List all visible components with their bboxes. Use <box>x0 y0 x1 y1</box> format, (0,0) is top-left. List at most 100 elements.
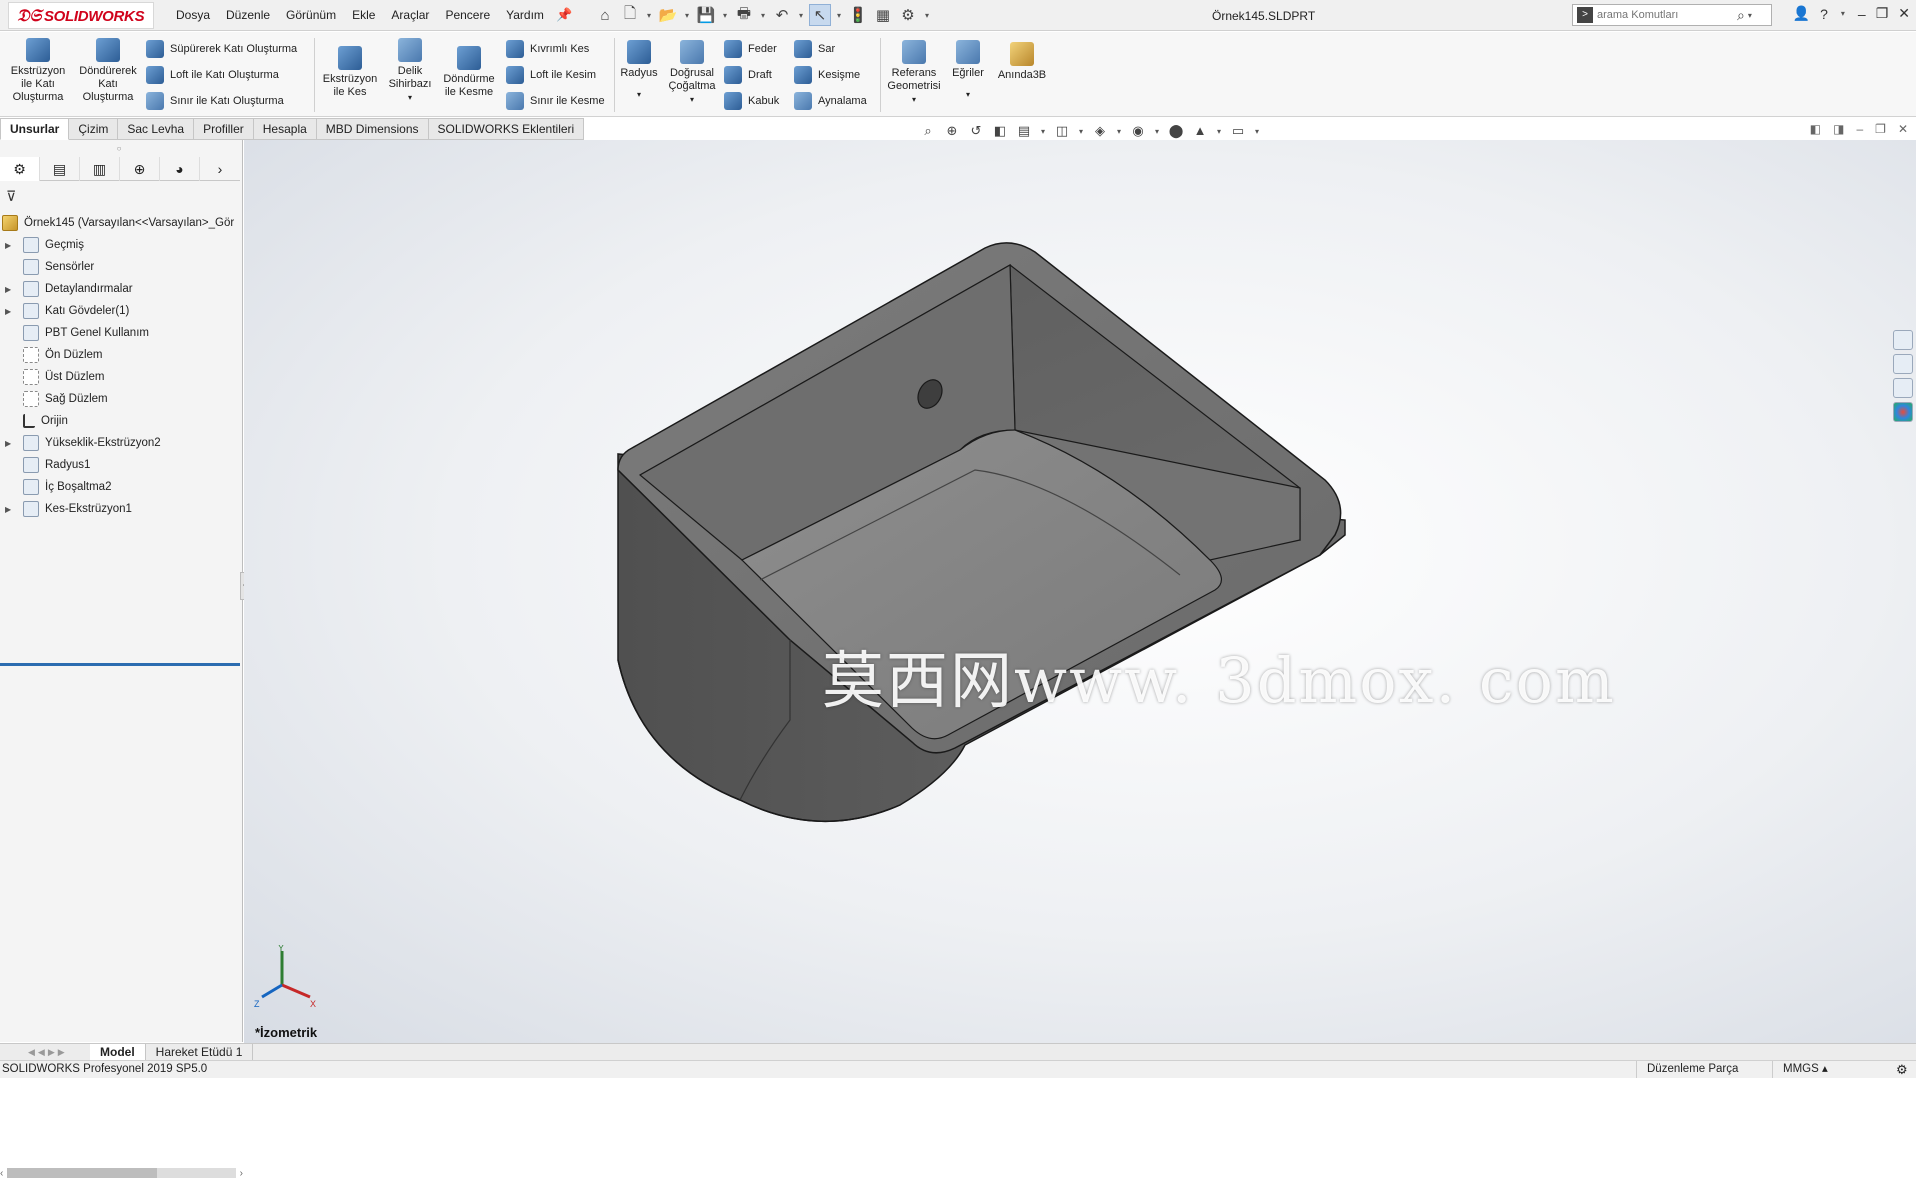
extrude-cut-button[interactable]: Ekstrüzyon ile Kes <box>318 46 382 99</box>
tree-item-right-plane[interactable]: Sağ Düzlem <box>0 388 240 410</box>
instant3d-button[interactable]: Anında3B <box>994 42 1050 82</box>
wrap-button[interactable]: Sar <box>794 40 835 58</box>
tab-model[interactable]: Model <box>90 1043 146 1061</box>
tree-item-front-plane[interactable]: Ön Düzlem <box>0 344 240 366</box>
annotation-dropdown-icon[interactable]: ▾ <box>1038 127 1048 136</box>
menu-window[interactable]: Pencere <box>445 8 490 22</box>
command-search[interactable]: > ⌕▾ <box>1572 4 1772 26</box>
menu-insert[interactable]: Ekle <box>352 8 375 22</box>
menu-tools[interactable]: Araçlar <box>391 8 429 22</box>
tree-item-material[interactable]: PBT Genel Kullanım <box>0 322 240 344</box>
display-manager-tab-icon[interactable]: ◕ <box>160 157 200 181</box>
restore-icon[interactable]: ❐ <box>1876 5 1889 22</box>
display-style-dropdown-icon[interactable]: ▾ <box>1114 127 1124 136</box>
sweep-boss-button[interactable]: Süpürerek Katı Oluşturma <box>146 40 297 58</box>
view-orientation-icon[interactable]: ◫ <box>1052 122 1072 140</box>
fillet-dropdown-icon[interactable]: ▾ <box>616 88 662 101</box>
intersect-button[interactable]: Kesişme <box>794 66 860 84</box>
section-view-icon[interactable]: ◧ <box>990 122 1010 140</box>
feature-manager-tab-icon[interactable]: ⚙ <box>0 157 40 181</box>
tree-item-annotations[interactable]: ▶ Detaylandırmalar <box>0 278 240 300</box>
tab-sheet-metal[interactable]: Sac Levha <box>118 118 195 140</box>
expand-arrow-icon[interactable]: ▶ <box>5 505 17 514</box>
hole-wizard-button[interactable]: Delik Sihirbazı ▾ <box>382 38 438 104</box>
design-library-icon[interactable] <box>1893 354 1913 374</box>
graphics-area[interactable]: 莫西网www. 3dmox. com <box>244 140 1916 1044</box>
rebuild-icon[interactable]: 🚦 <box>847 4 869 26</box>
edit-appearance-icon[interactable]: ⬤ <box>1166 122 1186 140</box>
tree-item-boss-extrude2[interactable]: ▶ Yükseklik-Ekstrüzyon2 <box>0 432 240 454</box>
property-manager-tab-icon[interactable]: ▤ <box>40 157 80 181</box>
tree-item-top-plane[interactable]: Üst Düzlem <box>0 366 240 388</box>
search-input[interactable] <box>1597 9 1737 21</box>
curves-dropdown-icon[interactable]: ▾ <box>946 88 990 101</box>
solidworks-resources-icon[interactable] <box>1893 330 1913 350</box>
draft-button[interactable]: Draft <box>724 66 772 84</box>
zoom-to-area-icon[interactable]: ⊕ <box>942 122 962 140</box>
shell-button[interactable]: Kabuk <box>724 92 779 110</box>
curves-button[interactable]: Eğriler ▾ <box>946 40 990 101</box>
tree-horizontal-scrollbar[interactable]: ‹ › <box>0 1165 243 1181</box>
undo-icon[interactable]: ↶ <box>771 4 793 26</box>
unit-system-selector[interactable]: MMGS ▴ <box>1772 1061 1890 1078</box>
scroll-thumb[interactable] <box>7 1168 158 1178</box>
tree-item-origin[interactable]: Orijin <box>0 410 240 432</box>
new-document-icon[interactable]: 🗋 <box>619 4 641 26</box>
appearances-icon[interactable] <box>1893 402 1913 422</box>
reference-geometry-dropdown-icon[interactable]: ▾ <box>882 93 946 106</box>
pin-icon[interactable]: 📌 <box>556 7 572 23</box>
linear-pattern-button[interactable]: Doğrusal Çoğaltma ▾ <box>664 40 720 106</box>
scroll-right-icon[interactable]: › <box>240 1168 243 1179</box>
dimxpert-manager-tab-icon[interactable]: ⊕ <box>120 157 160 181</box>
tab-profiles[interactable]: Profiller <box>194 118 254 140</box>
menu-file[interactable]: Dosya <box>176 8 210 22</box>
minimize-icon[interactable]: – <box>1858 6 1866 22</box>
apply-scene-icon[interactable]: ▲ <box>1190 122 1210 140</box>
scene-dropdown-icon[interactable]: ▾ <box>1214 127 1224 136</box>
zoom-to-fit-icon[interactable]: ⌕ <box>918 122 938 140</box>
revolve-cut-button[interactable]: Döndürme ile Kesme <box>440 46 498 99</box>
save-dropdown-icon[interactable]: ▾ <box>720 11 730 20</box>
open-folder-icon[interactable]: 📂 <box>657 4 679 26</box>
file-properties-icon[interactable]: ▦ <box>872 4 894 26</box>
menu-edit[interactable]: Düzenle <box>226 8 270 22</box>
tree-root-part[interactable]: Örnek145 (Varsayılan<<Varsayılan>_Gör <box>0 212 240 234</box>
help-dropdown-icon[interactable]: ▾ <box>1838 9 1848 18</box>
home-icon[interactable]: ⌂ <box>594 4 616 26</box>
tree-item-history[interactable]: ▶ Geçmiş <box>0 234 240 256</box>
menu-help[interactable]: Yardım <box>506 8 544 22</box>
rollback-bar[interactable] <box>0 663 240 666</box>
loft-boss-button[interactable]: Loft ile Katı Oluşturma <box>146 66 279 84</box>
hide-show-items-icon[interactable]: ◉ <box>1128 122 1148 140</box>
panel-grip-icon[interactable]: ○ <box>112 144 126 153</box>
filter-icon[interactable]: ⊽ <box>6 188 16 205</box>
open-dropdown-icon[interactable]: ▾ <box>682 11 692 20</box>
expand-arrow-icon[interactable]: ▶ <box>5 285 17 294</box>
tree-item-cut-extrude1[interactable]: ▶ Kes-Ekstrüzyon1 <box>0 498 240 520</box>
search-commands-icon[interactable]: > <box>1577 7 1593 23</box>
print-icon[interactable]: 🖶 <box>733 4 755 26</box>
viewport-restore-icon[interactable]: ❐ <box>1875 122 1886 136</box>
view-settings-icon[interactable]: ▭ <box>1228 122 1248 140</box>
file-explorer-icon[interactable] <box>1893 378 1913 398</box>
tab-navigation-arrows-icon[interactable]: ◀◀▶▶ <box>0 1047 90 1058</box>
close-icon[interactable]: ✕ <box>1898 5 1910 22</box>
tab-solidworks-addins[interactable]: SOLIDWORKS Eklentileri <box>428 118 585 140</box>
select-dropdown-icon[interactable]: ▾ <box>834 11 844 20</box>
boundary-boss-button[interactable]: Sınır ile Katı Oluşturma <box>146 92 284 110</box>
split-right-icon[interactable]: ◨ <box>1833 122 1844 136</box>
dynamic-annotation-icon[interactable]: ▤ <box>1014 122 1034 140</box>
revolve-boss-button[interactable]: Döndürerek Katı Oluşturma <box>74 38 142 104</box>
search-icon[interactable]: ⌕ <box>1737 7 1745 24</box>
tab-sketch[interactable]: Çizim <box>69 118 119 140</box>
user-icon[interactable]: 👤 <box>1793 5 1810 22</box>
solidworks-logo[interactable]: 𝔇𝔖 SOLIDWORKS <box>8 2 154 29</box>
expand-arrow-icon[interactable]: ▶ <box>5 241 17 250</box>
mirror-button[interactable]: Aynalama <box>794 92 867 110</box>
tree-item-fillet1[interactable]: Radyus1 <box>0 454 240 476</box>
previous-view-icon[interactable]: ↺ <box>966 122 986 140</box>
expand-tabs-chevron-icon[interactable]: › <box>200 157 240 181</box>
hide-show-dropdown-icon[interactable]: ▾ <box>1152 127 1162 136</box>
print-dropdown-icon[interactable]: ▾ <box>758 11 768 20</box>
select-pointer-icon[interactable]: ↖ <box>809 4 831 26</box>
